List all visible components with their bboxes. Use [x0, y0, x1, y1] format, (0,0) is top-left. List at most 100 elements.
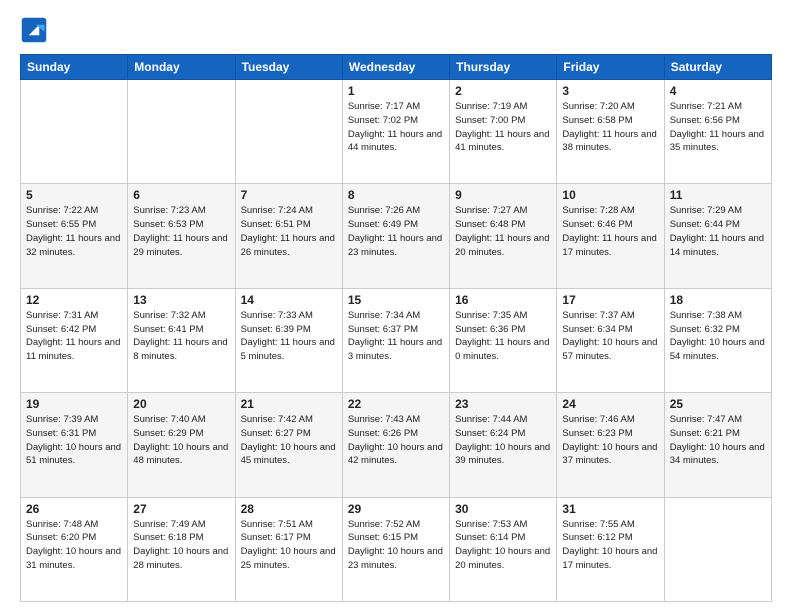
day-info: Sunrise: 7:24 AMSunset: 6:51 PMDaylight:… — [241, 204, 337, 259]
day-number: 19 — [26, 397, 122, 411]
calendar-week-row: 26 Sunrise: 7:48 AMSunset: 6:20 PMDayligh… — [21, 497, 772, 601]
day-number: 12 — [26, 293, 122, 307]
day-number: 3 — [562, 84, 658, 98]
calendar-cell: 3 Sunrise: 7:20 AMSunset: 6:58 PMDaylight… — [557, 80, 664, 184]
day-number: 31 — [562, 502, 658, 516]
calendar-cell: 20 Sunrise: 7:40 AMSunset: 6:29 PMDayligh… — [128, 393, 235, 497]
day-info: Sunrise: 7:37 AMSunset: 6:34 PMDaylight:… — [562, 309, 658, 364]
day-info: Sunrise: 7:31 AMSunset: 6:42 PMDaylight:… — [26, 309, 122, 364]
calendar-cell — [128, 80, 235, 184]
page: SundayMondayTuesdayWednesdayThursdayFrid… — [0, 0, 792, 612]
calendar-week-row: 12 Sunrise: 7:31 AMSunset: 6:42 PMDayligh… — [21, 288, 772, 392]
calendar-cell: 22Sunrise: 7:43 AMSunset: 6:26 PMDayligh… — [342, 393, 449, 497]
day-info: Sunrise: 7:40 AMSunset: 6:29 PMDaylight:… — [133, 413, 229, 468]
weekday-header: Thursday — [450, 55, 557, 80]
calendar-cell: 8 Sunrise: 7:26 AMSunset: 6:49 PMDaylight… — [342, 184, 449, 288]
day-info: Sunrise: 7:32 AMSunset: 6:41 PMDaylight:… — [133, 309, 229, 364]
day-info: Sunrise: 7:48 AMSunset: 6:20 PMDaylight:… — [26, 518, 122, 573]
day-number: 29 — [348, 502, 444, 516]
calendar-table: SundayMondayTuesdayWednesdayThursdayFrid… — [20, 54, 772, 602]
weekday-header: Wednesday — [342, 55, 449, 80]
day-info: Sunrise: 7:46 AMSunset: 6:23 PMDaylight:… — [562, 413, 658, 468]
calendar-cell: 12 Sunrise: 7:31 AMSunset: 6:42 PMDayligh… — [21, 288, 128, 392]
calendar-cell: 29Sunrise: 7:52 AMSunset: 6:15 PMDayligh… — [342, 497, 449, 601]
day-number: 18 — [670, 293, 766, 307]
calendar-cell: 16Sunrise: 7:35 AMSunset: 6:36 PMDayligh… — [450, 288, 557, 392]
weekday-header: Tuesday — [235, 55, 342, 80]
calendar-cell: 26 Sunrise: 7:48 AMSunset: 6:20 PMDayligh… — [21, 497, 128, 601]
day-number: 15 — [348, 293, 444, 307]
day-info: Sunrise: 7:42 AMSunset: 6:27 PMDaylight:… — [241, 413, 337, 468]
day-number: 28 — [241, 502, 337, 516]
day-number: 21 — [241, 397, 337, 411]
calendar-cell: 5 Sunrise: 7:22 AMSunset: 6:55 PMDaylight… — [21, 184, 128, 288]
day-number: 26 — [26, 502, 122, 516]
day-info: Sunrise: 7:35 AMSunset: 6:36 PMDaylight:… — [455, 309, 551, 364]
calendar-cell: 14 Sunrise: 7:33 AMSunset: 6:39 PMDayligh… — [235, 288, 342, 392]
day-number: 30 — [455, 502, 551, 516]
weekday-header: Monday — [128, 55, 235, 80]
day-info: Sunrise: 7:27 AMSunset: 6:48 PMDaylight:… — [455, 204, 551, 259]
day-info: Sunrise: 7:28 AMSunset: 6:46 PMDaylight:… — [562, 204, 658, 259]
calendar-week-row: 5 Sunrise: 7:22 AMSunset: 6:55 PMDaylight… — [21, 184, 772, 288]
day-number: 5 — [26, 188, 122, 202]
calendar-cell: 24 Sunrise: 7:46 AMSunset: 6:23 PMDayligh… — [557, 393, 664, 497]
calendar-cell: 27 Sunrise: 7:49 AMSunset: 6:18 PMDayligh… — [128, 497, 235, 601]
day-number: 24 — [562, 397, 658, 411]
day-info: Sunrise: 7:22 AMSunset: 6:55 PMDaylight:… — [26, 204, 122, 259]
day-info: Sunrise: 7:55 AMSunset: 6:12 PMDaylight:… — [562, 518, 658, 573]
day-number: 11 — [670, 188, 766, 202]
weekday-header: Friday — [557, 55, 664, 80]
day-number: 25 — [670, 397, 766, 411]
calendar-cell — [21, 80, 128, 184]
day-number: 13 — [133, 293, 229, 307]
day-info: Sunrise: 7:53 AMSunset: 6:14 PMDaylight:… — [455, 518, 551, 573]
calendar-week-row: 1 Sunrise: 7:17 AMSunset: 7:02 PMDaylight… — [21, 80, 772, 184]
weekday-header: Saturday — [664, 55, 771, 80]
calendar-cell — [664, 497, 771, 601]
calendar-header: SundayMondayTuesdayWednesdayThursdayFrid… — [21, 55, 772, 80]
calendar-cell: 2 Sunrise: 7:19 AMSunset: 7:00 PMDaylight… — [450, 80, 557, 184]
calendar-cell: 9 Sunrise: 7:27 AMSunset: 6:48 PMDaylight… — [450, 184, 557, 288]
calendar-cell: 4Sunrise: 7:21 AMSunset: 6:56 PMDaylight… — [664, 80, 771, 184]
day-info: Sunrise: 7:49 AMSunset: 6:18 PMDaylight:… — [133, 518, 229, 573]
day-info: Sunrise: 7:38 AMSunset: 6:32 PMDaylight:… — [670, 309, 766, 364]
logo-icon — [20, 16, 48, 44]
day-info: Sunrise: 7:33 AMSunset: 6:39 PMDaylight:… — [241, 309, 337, 364]
day-number: 4 — [670, 84, 766, 98]
calendar-cell: 25 Sunrise: 7:47 AMSunset: 6:21 PMDayligh… — [664, 393, 771, 497]
calendar-cell: 15Sunrise: 7:34 AMSunset: 6:37 PMDayligh… — [342, 288, 449, 392]
day-number: 7 — [241, 188, 337, 202]
day-number: 14 — [241, 293, 337, 307]
day-info: Sunrise: 7:20 AMSunset: 6:58 PMDaylight:… — [562, 100, 658, 155]
day-info: Sunrise: 7:26 AMSunset: 6:49 PMDaylight:… — [348, 204, 444, 259]
day-info: Sunrise: 7:19 AMSunset: 7:00 PMDaylight:… — [455, 100, 551, 155]
calendar-body: 1 Sunrise: 7:17 AMSunset: 7:02 PMDaylight… — [21, 80, 772, 602]
day-number: 20 — [133, 397, 229, 411]
day-info: Sunrise: 7:17 AMSunset: 7:02 PMDaylight:… — [348, 100, 444, 155]
weekday-row: SundayMondayTuesdayWednesdayThursdayFrid… — [21, 55, 772, 80]
day-number: 8 — [348, 188, 444, 202]
calendar-cell: 7 Sunrise: 7:24 AMSunset: 6:51 PMDaylight… — [235, 184, 342, 288]
day-number: 6 — [133, 188, 229, 202]
day-number: 27 — [133, 502, 229, 516]
header — [20, 16, 772, 44]
day-number: 10 — [562, 188, 658, 202]
logo — [20, 16, 52, 44]
day-number: 22 — [348, 397, 444, 411]
calendar-cell: 31 Sunrise: 7:55 AMSunset: 6:12 PMDayligh… — [557, 497, 664, 601]
day-number: 9 — [455, 188, 551, 202]
calendar-cell — [235, 80, 342, 184]
calendar-cell: 23 Sunrise: 7:44 AMSunset: 6:24 PMDayligh… — [450, 393, 557, 497]
calendar-cell: 18 Sunrise: 7:38 AMSunset: 6:32 PMDayligh… — [664, 288, 771, 392]
day-number: 2 — [455, 84, 551, 98]
day-info: Sunrise: 7:23 AMSunset: 6:53 PMDaylight:… — [133, 204, 229, 259]
day-number: 23 — [455, 397, 551, 411]
calendar-cell: 17 Sunrise: 7:37 AMSunset: 6:34 PMDayligh… — [557, 288, 664, 392]
day-info: Sunrise: 7:44 AMSunset: 6:24 PMDaylight:… — [455, 413, 551, 468]
day-number: 1 — [348, 84, 444, 98]
weekday-header: Sunday — [21, 55, 128, 80]
calendar-cell: 19Sunrise: 7:39 AMSunset: 6:31 PMDayligh… — [21, 393, 128, 497]
day-info: Sunrise: 7:47 AMSunset: 6:21 PMDaylight:… — [670, 413, 766, 468]
day-number: 17 — [562, 293, 658, 307]
